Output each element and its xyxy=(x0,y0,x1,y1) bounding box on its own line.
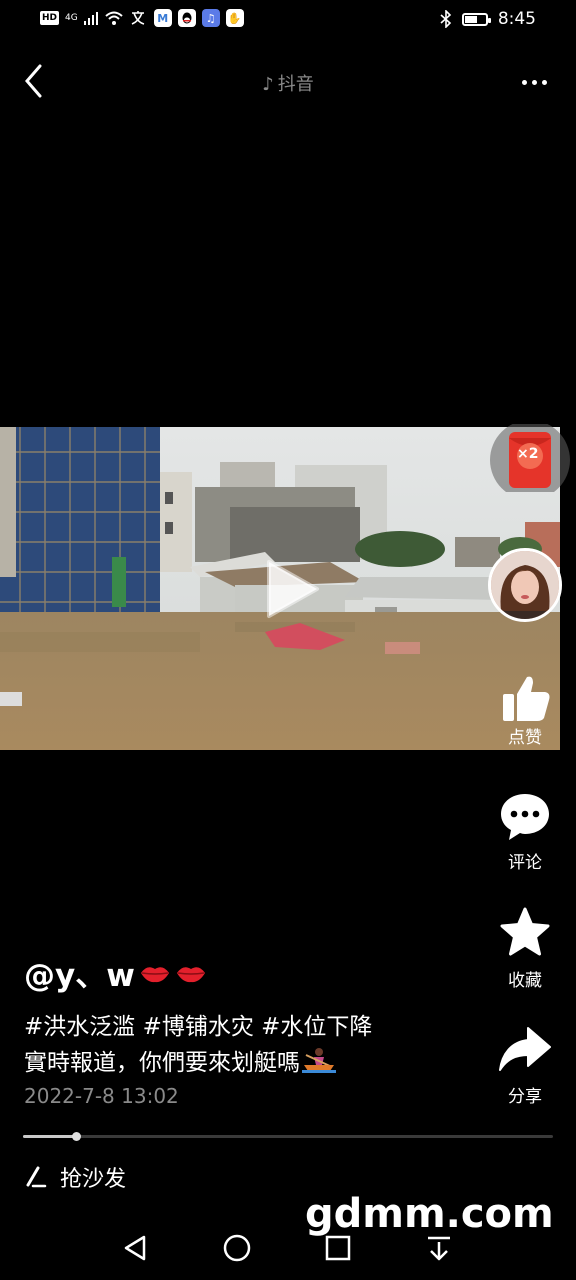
red-packet-multiplier: ×2 xyxy=(517,446,539,462)
top-title: ♪ 抖音 xyxy=(0,70,576,96)
nav-recents-button[interactable] xyxy=(322,1232,354,1264)
hd-badge: HD xyxy=(40,11,60,25)
like-button[interactable]: 点赞 xyxy=(495,673,555,748)
post-date: 2022-7-8 13:02 xyxy=(24,1084,179,1108)
share-button[interactable]: 分享 xyxy=(495,1024,555,1107)
nav-notifications-button[interactable] xyxy=(423,1232,455,1264)
triangle-back-icon xyxy=(124,1235,146,1261)
status-bar: HD 4G M ♫ ✋ 8:45 xyxy=(0,0,576,40)
more-dot-icon xyxy=(541,79,547,85)
kiss-lips-icon xyxy=(140,966,169,982)
star-icon xyxy=(500,907,550,956)
rowing-boat-icon xyxy=(302,1048,336,1073)
thumbs-up-icon xyxy=(503,676,550,721)
app-notification-icon: M xyxy=(153,9,172,27)
translate-icon xyxy=(131,11,144,25)
red-packet-reward[interactable]: ×2 xyxy=(490,420,570,500)
battery-icon xyxy=(461,12,491,26)
comment-input[interactable]: 抢沙发 xyxy=(24,1160,126,1194)
favorite-button[interactable]: 收藏 xyxy=(495,906,555,991)
network-type: 4G xyxy=(65,13,78,23)
pull-down-icon xyxy=(428,1236,450,1261)
favorite-label: 收藏 xyxy=(508,971,542,991)
more-dot-icon xyxy=(521,79,527,85)
signal-icon xyxy=(83,12,98,25)
comment-placeholder: 抢沙发 xyxy=(60,1167,127,1192)
comment-bubble-icon xyxy=(501,794,549,840)
kiss-lips-icon xyxy=(176,966,205,982)
square-recents-icon xyxy=(325,1235,351,1261)
music-app-icon: ♫ xyxy=(201,9,220,27)
wifi-icon xyxy=(105,11,123,25)
comment-button[interactable]: 评论 xyxy=(495,790,555,873)
progress-fill xyxy=(23,1135,76,1138)
hashtags[interactable]: #洪水泛滥 #博铺水灾 #水位下降 xyxy=(24,1007,372,1041)
nav-home-button[interactable] xyxy=(221,1232,253,1264)
qq-icon xyxy=(177,9,196,27)
avatar-image xyxy=(491,551,559,619)
nav-back-button[interactable] xyxy=(120,1232,152,1264)
more-button[interactable] xyxy=(512,72,556,92)
more-dot-icon xyxy=(531,79,537,85)
app-title: 抖音 xyxy=(277,74,314,95)
play-icon xyxy=(267,560,319,618)
hand-icon: ✋ xyxy=(225,9,244,27)
share-label: 分享 xyxy=(508,1087,542,1107)
bluetooth-icon xyxy=(440,10,451,28)
author-avatar[interactable] xyxy=(488,548,562,622)
clock: 8:45 xyxy=(497,9,536,29)
watermark: gdmm.com xyxy=(305,1191,554,1237)
like-label: 点赞 xyxy=(508,728,542,748)
pencil-icon xyxy=(26,1166,47,1188)
play-button[interactable] xyxy=(263,558,323,620)
author-name[interactable]: @y、w xyxy=(24,950,207,995)
share-arrow-icon xyxy=(499,1027,551,1071)
progress-knob[interactable] xyxy=(72,1132,81,1141)
author-handle: @y、w xyxy=(24,958,135,994)
caption-body: 實時報道，你們要來划艇嗎 xyxy=(24,1050,300,1076)
comment-label: 评论 xyxy=(508,853,542,873)
caption-text: 實時報道，你們要來划艇嗎 xyxy=(24,1043,336,1077)
progress-track[interactable] xyxy=(23,1135,553,1138)
douyin-logo-icon: ♪ xyxy=(262,74,274,95)
circle-home-icon xyxy=(223,1234,251,1262)
